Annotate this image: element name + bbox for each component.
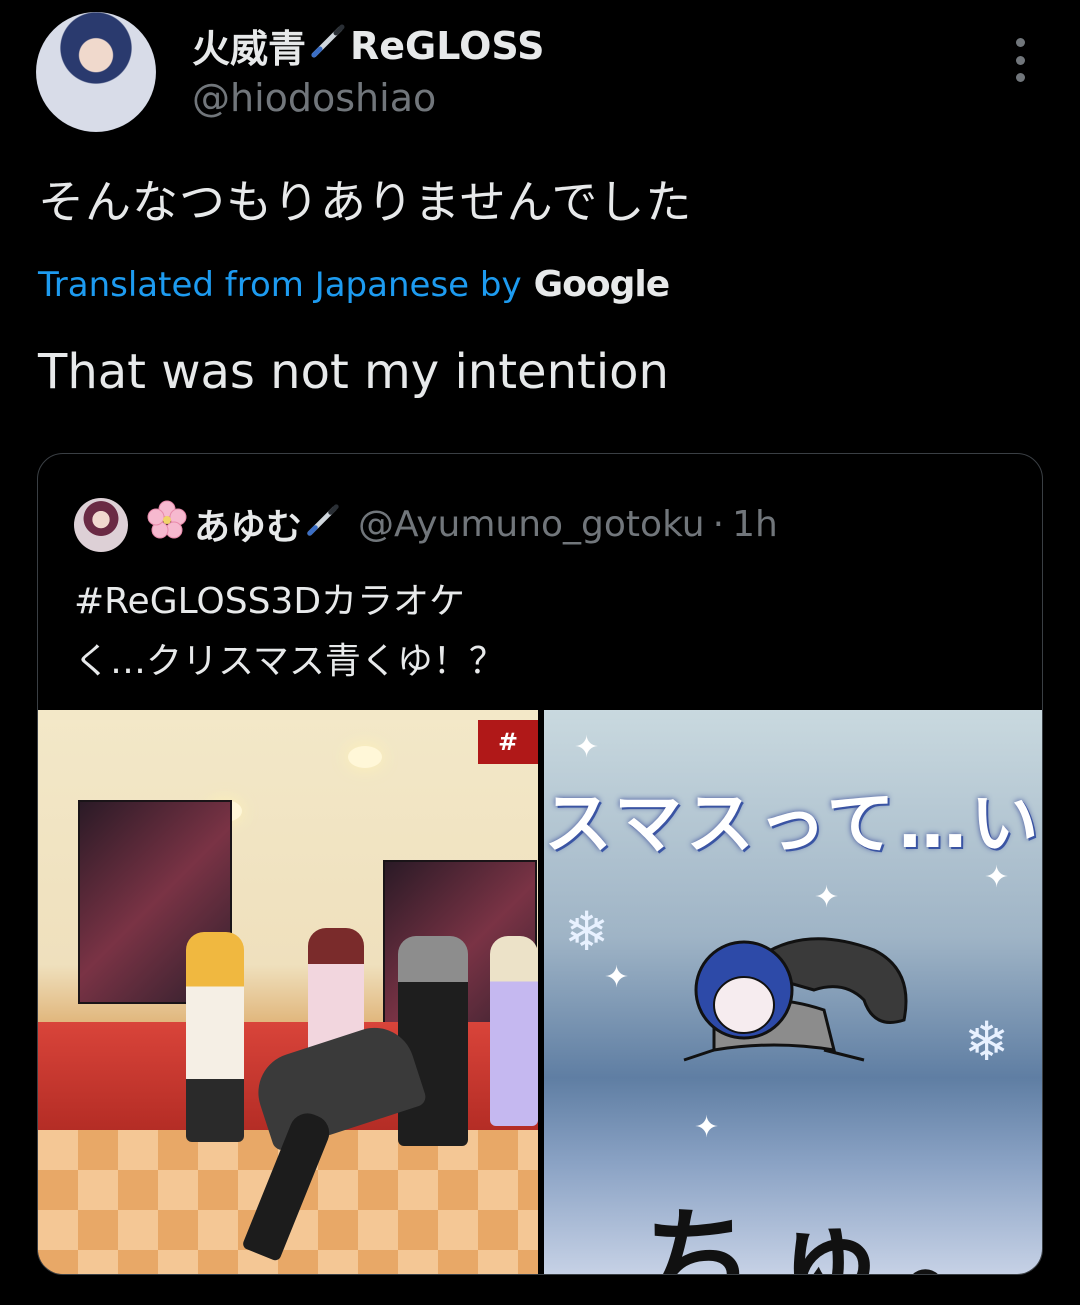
author-name[interactable]: 火威青 ReGLOSS xyxy=(192,18,544,73)
quoted-text-line: く…クリスマス青くゆ！？ xyxy=(74,641,505,682)
quoted-hashtag-line[interactable]: #ReGLOSS3Dカラオケ xyxy=(74,572,465,624)
pen-icon xyxy=(308,21,348,70)
sparkle-icon: ✦ xyxy=(984,860,1010,895)
quoted-tweet[interactable]: あゆむ @Ayumuno_gotoku · 1h #ReGLOSS3Dカラオケ … xyxy=(37,453,1043,1275)
author-name-text: 火威青 xyxy=(192,27,307,71)
character-figure xyxy=(186,932,244,1142)
character-figure xyxy=(490,936,538,1126)
overlay-badge: # xyxy=(478,720,538,764)
google-logo: Google xyxy=(533,264,671,305)
quoted-author-name[interactable]: あゆむ xyxy=(146,498,344,550)
sparkle-icon: ✦ xyxy=(574,730,600,765)
overlay-caption: スマスって…い xyxy=(544,785,1043,864)
translation-label[interactable]: Translated from Japanese by xyxy=(38,265,522,305)
pen-icon xyxy=(304,501,342,548)
more-vertical-icon[interactable] xyxy=(1004,38,1036,82)
character-figure xyxy=(398,936,468,1146)
author-suffix: ReGLOSS xyxy=(350,23,545,68)
media-image-right[interactable]: スマスって…い ✦ ✦ ✦ ✦ ✦ ❄ ❄ ちゅ。 xyxy=(544,710,1043,1275)
snowflake-icon: ❄ xyxy=(964,1010,1010,1073)
sparkle-icon: ✦ xyxy=(604,960,630,995)
author-handle[interactable]: @hiodoshiao xyxy=(192,76,436,120)
media-image-left[interactable]: # xyxy=(38,710,538,1274)
quoted-header: あゆむ @Ayumuno_gotoku · 1h xyxy=(146,498,778,550)
quoted-author-handle[interactable]: @Ayumuno_gotoku xyxy=(358,504,705,545)
sparkle-icon: ✦ xyxy=(694,1110,720,1145)
cherry-blossom-icon xyxy=(146,499,188,550)
tweet-text-translated: That was not my intention xyxy=(38,344,669,400)
quoted-timestamp[interactable]: 1h xyxy=(732,504,778,545)
separator-dot: · xyxy=(712,503,725,545)
ceiling-light xyxy=(348,746,382,768)
drawn-caption: ちゅ。 xyxy=(644,1196,1034,1275)
translation-attribution[interactable]: Translated from Japanese by Google xyxy=(38,264,671,305)
drawn-character xyxy=(683,937,908,1062)
author-avatar[interactable] xyxy=(36,12,156,132)
tweet-text-original: そんなつもりありませんでした xyxy=(38,175,693,229)
quoted-author-avatar[interactable] xyxy=(74,498,128,552)
quoted-author-name-text: あゆむ xyxy=(194,507,303,548)
snowflake-icon: ❄ xyxy=(564,900,610,963)
